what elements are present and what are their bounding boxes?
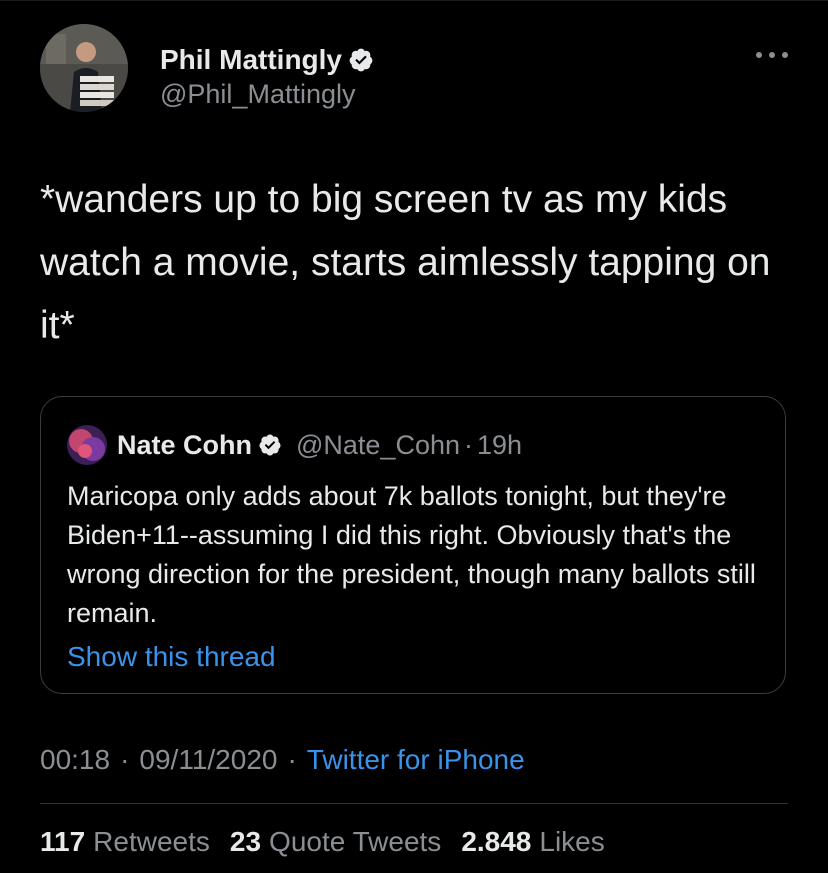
tweet-meta: 00:18 · 09/11/2020 · Twitter for iPhone bbox=[40, 744, 525, 776]
author-avatar[interactable] bbox=[40, 24, 128, 112]
top-edge bbox=[0, 0, 828, 1]
author-handle[interactable]: @Phil_Mattingly bbox=[160, 79, 356, 110]
quoted-author-avatar bbox=[67, 425, 107, 465]
meta-separator: · bbox=[287, 744, 297, 775]
quoted-separator: · bbox=[464, 429, 474, 460]
quoted-verified-badge-icon bbox=[259, 434, 281, 456]
meta-separator: · bbox=[120, 744, 130, 775]
likes-count[interactable]: 2.848 bbox=[461, 826, 531, 858]
quoted-author-name: Nate Cohn bbox=[117, 429, 252, 460]
quoted-author-handle: @Nate_Cohn bbox=[296, 429, 461, 460]
tweet-stats: 117 Retweets 23 Quote Tweets 2.848 Likes bbox=[40, 826, 625, 858]
quoted-tweet-text: Maricopa only adds about 7k ballots toni… bbox=[67, 481, 756, 628]
quoted-timestamp: 19h bbox=[477, 429, 523, 460]
retweets-count[interactable]: 117 bbox=[40, 826, 85, 858]
show-thread-link[interactable]: Show this thread bbox=[67, 641, 276, 673]
tweet-time: 00:18 bbox=[40, 744, 111, 775]
quoted-tweet-header: Nate Cohn @Nate_Cohn · 19h bbox=[67, 425, 522, 465]
quoted-tweet[interactable]: Nate Cohn @Nate_Cohn · 19h Maricopa only… bbox=[40, 396, 786, 694]
tweet-date: 09/11/2020 bbox=[139, 744, 278, 775]
more-options-icon[interactable] bbox=[756, 48, 788, 62]
retweets-label[interactable]: Retweets bbox=[93, 826, 210, 858]
author-name-row: Phil Mattingly bbox=[160, 44, 374, 76]
tweet-header: Phil Mattingly @Phil_Mattingly bbox=[40, 24, 788, 134]
author-name[interactable]: Phil Mattingly bbox=[160, 44, 342, 76]
tweet-text: *wanders up to big screen tv as my kids … bbox=[40, 178, 771, 347]
verified-badge-icon bbox=[349, 48, 373, 72]
tweet-source-link[interactable]: Twitter for iPhone bbox=[307, 744, 525, 776]
quote-tweets-label[interactable]: Quote Tweets bbox=[269, 826, 441, 858]
likes-label[interactable]: Likes bbox=[539, 826, 604, 858]
divider bbox=[40, 803, 788, 804]
quote-tweets-count[interactable]: 23 bbox=[230, 826, 261, 858]
